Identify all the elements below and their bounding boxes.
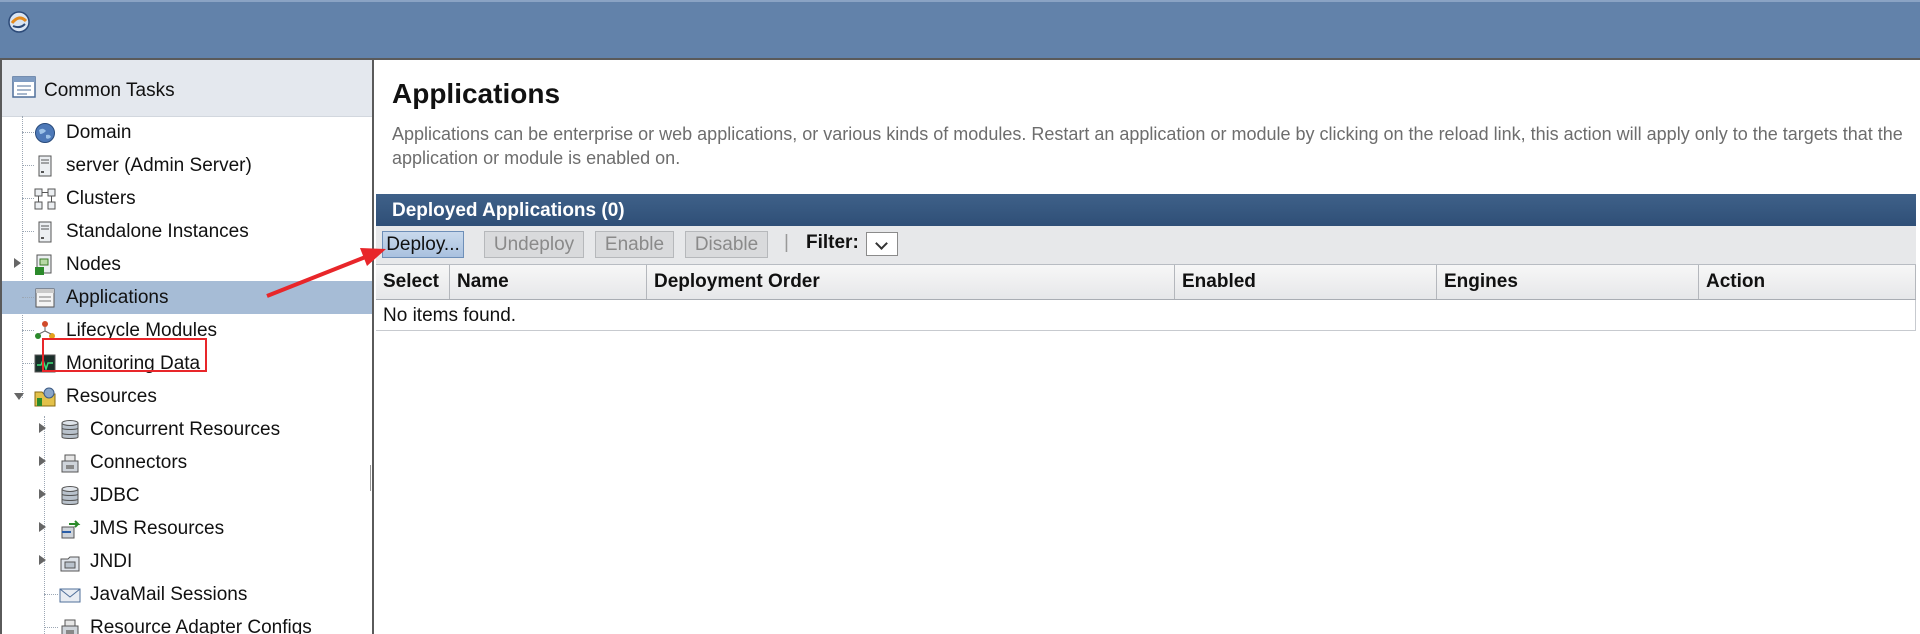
collapse-arrow-icon[interactable] [14,393,24,400]
tree-item-resources[interactable]: Resources [2,380,372,413]
tree-item-nodes[interactable]: Nodes [2,248,372,281]
cluster-icon [34,188,56,210]
resources-icon [34,387,56,407]
expand-arrow-icon[interactable] [39,522,46,532]
database-icon [61,420,79,439]
table-header-row: Select Name Deployment Order Enabled Eng… [376,265,1916,300]
deploy-button[interactable]: Deploy... [382,231,464,258]
tree-item-jndi[interactable]: JNDI [2,545,372,578]
tree-item-concurrent-resources[interactable]: Concurrent Resources [2,413,372,446]
tree-item-connectors[interactable]: Connectors [2,446,372,479]
applications-icon [35,288,55,308]
database-icon [61,486,79,505]
expand-arrow-icon[interactable] [39,555,46,565]
table-title: Deployed Applications (0) [392,200,625,221]
filter-label: Filter: [806,232,859,253]
expand-arrow-icon[interactable] [14,258,21,268]
annotation-highlight-box [42,338,207,372]
tree-item-jms-resources[interactable]: JMS Resources [2,512,372,545]
table-toolbar: Deploy... Undeploy Enable Disable | Filt… [376,226,1916,265]
expand-arrow-icon[interactable] [39,423,46,433]
navigation-tree-panel: Common Tasks Domain server (Admin Server… [0,58,374,634]
page-title: Applications [392,78,561,109]
tree-item-server[interactable]: server (Admin Server) [2,149,372,182]
glassfish-logo-icon[interactable] [8,11,30,33]
column-name[interactable]: Name [450,265,647,299]
common-tasks-label: Common Tasks [44,80,175,101]
column-deployment-order[interactable]: Deployment Order [647,265,1175,299]
page-description: Applications can be enterprise or web ap… [392,124,1903,168]
tree-item-javamail-sessions[interactable]: JavaMail Sessions [2,578,372,611]
column-enabled[interactable]: Enabled [1175,265,1437,299]
tree-item-domain[interactable]: Domain [2,116,372,149]
tree-item-jdbc[interactable]: JDBC [2,479,372,512]
jndi-icon [60,556,80,572]
main-content: Applications Applications can be enterpr… [374,58,1920,634]
column-engines[interactable]: Engines [1437,265,1699,299]
table-title-bar: Deployed Applications (0) [376,194,1916,226]
top-banner [0,0,1920,58]
column-action[interactable]: Action [1699,265,1916,299]
tree-item-resource-adapter-configs[interactable]: Resource Adapter Configs [2,611,372,634]
undeploy-button[interactable]: Undeploy [484,231,584,258]
empty-message: No items found. [383,305,517,326]
common-tasks-icon [12,76,36,98]
mail-icon [59,588,81,603]
connector-icon [61,619,79,634]
server-icon [38,221,52,243]
expand-arrow-icon[interactable] [39,489,46,499]
tree-item-applications[interactable]: Applications [2,281,372,314]
toolbar-separator: | [784,232,789,253]
column-select[interactable]: Select [376,265,450,299]
tree-item-standalone-instances[interactable]: Standalone Instances [2,215,372,248]
filter-dropdown[interactable] [866,232,898,256]
tree-item-clusters[interactable]: Clusters [2,182,372,215]
server-icon [38,155,52,177]
expand-arrow-icon[interactable] [39,456,46,466]
node-icon [35,254,52,275]
common-tasks-header[interactable]: Common Tasks [2,60,372,117]
enable-button[interactable]: Enable [595,231,674,258]
table-empty-row: No items found. [376,300,1916,331]
connector-icon [61,454,79,473]
globe-icon [35,123,55,143]
disable-button[interactable]: Disable [685,231,768,258]
jms-icon [61,520,81,539]
